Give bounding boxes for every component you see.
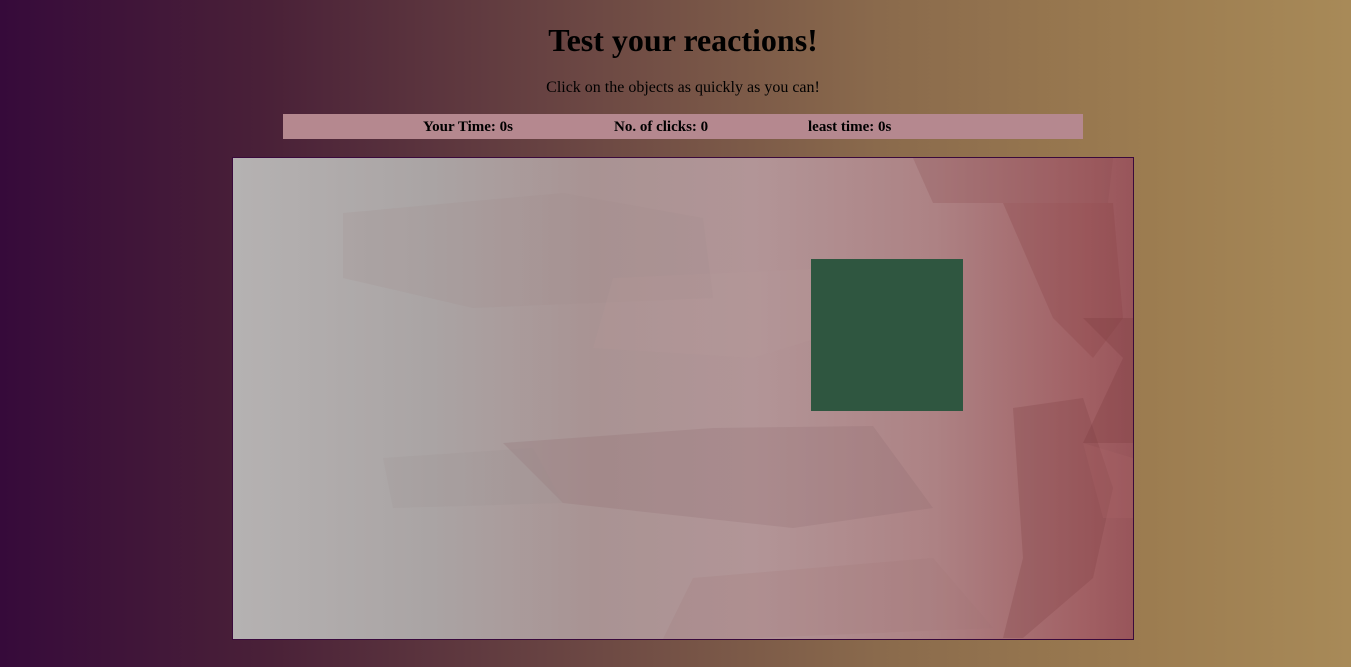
game-area[interactable] (232, 157, 1134, 640)
clicks-count-stat: No. of clicks: 0 (614, 119, 709, 135)
least-time-stat: least time: 0s (808, 119, 892, 135)
background-facets (343, 158, 1133, 639)
your-time-stat: Your Time: 0s (423, 119, 514, 135)
instructions-text: Click on the objects as quickly as you c… (546, 79, 820, 96)
target-square[interactable] (811, 259, 963, 411)
stats-bar: Your Time: 0s No. of clicks: 0 least tim… (283, 114, 1083, 139)
page-title: Test your reactions! (548, 22, 818, 58)
